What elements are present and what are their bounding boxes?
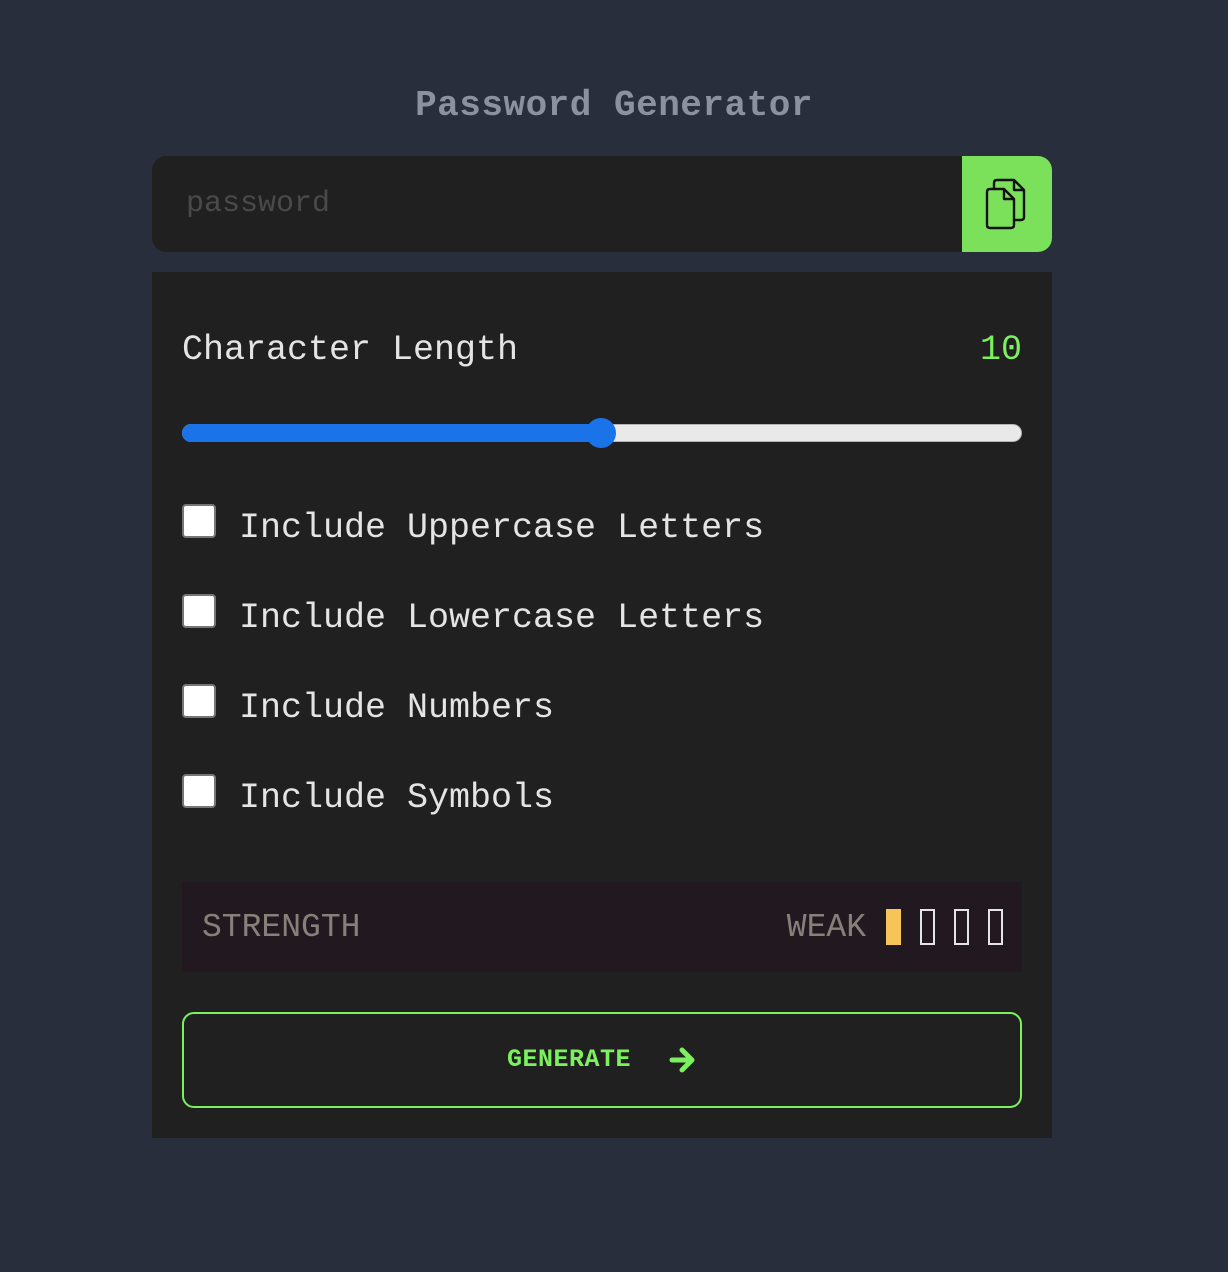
numbers-checkbox[interactable] <box>182 684 216 718</box>
character-length-value: 10 <box>979 330 1022 370</box>
strength-bar <box>886 909 901 945</box>
character-length-label: Character Length <box>182 330 519 370</box>
copy-button[interactable] <box>962 156 1052 252</box>
symbols-label: Include Symbols <box>239 778 555 818</box>
arrow-right-icon <box>669 1047 695 1073</box>
uppercase-label: Include Uppercase Letters <box>239 508 765 548</box>
numbers-label: Include Numbers <box>239 688 555 728</box>
password-field[interactable] <box>152 156 962 252</box>
settings-panel: Character Length 10 Include Uppercase Le… <box>152 272 1052 1138</box>
strength-bar <box>920 909 935 945</box>
option-lowercase[interactable]: Include Lowercase Letters <box>182 594 765 638</box>
copy-icon <box>985 178 1026 230</box>
slider-fill <box>182 424 601 442</box>
strength-bars <box>886 909 1006 945</box>
option-symbols[interactable]: Include Symbols <box>182 774 555 818</box>
symbols-checkbox[interactable] <box>182 774 216 808</box>
page-title: Password Generator <box>415 85 813 126</box>
strength-meter: STRENGTH WEAK <box>182 882 1022 972</box>
strength-bar <box>954 909 969 945</box>
option-uppercase[interactable]: Include Uppercase Letters <box>182 504 765 548</box>
option-numbers[interactable]: Include Numbers <box>182 684 555 728</box>
generate-label: GENERATE <box>506 1045 632 1074</box>
strength-bar <box>988 909 1003 945</box>
slider-thumb[interactable] <box>586 418 616 448</box>
lowercase-label: Include Lowercase Letters <box>239 598 765 638</box>
password-output-box <box>152 156 1052 252</box>
uppercase-checkbox[interactable] <box>182 504 216 538</box>
password-generator-page: Password Generator Character Length 10 I… <box>0 0 1228 1272</box>
character-length-slider[interactable] <box>182 418 1022 448</box>
lowercase-checkbox[interactable] <box>182 594 216 628</box>
strength-value: WEAK <box>786 909 866 946</box>
generate-button[interactable]: GENERATE <box>182 1012 1022 1108</box>
strength-label: STRENGTH <box>202 909 361 946</box>
